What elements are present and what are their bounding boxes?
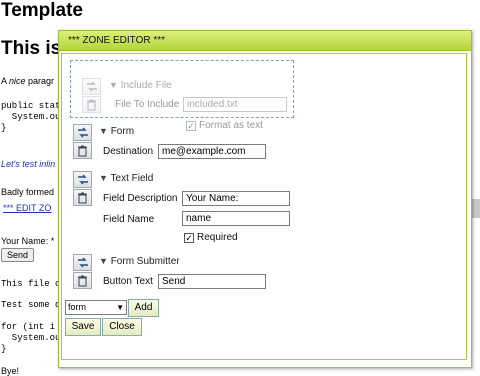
save-button[interactable]: Save	[65, 318, 101, 336]
zone-editor-dialog: *** ZONE EDITOR *** ▼ Include File File …	[58, 30, 472, 368]
field-description-field[interactable]: Your Name:	[182, 191, 290, 206]
text-field-move-button[interactable]	[73, 171, 92, 188]
form-move-button[interactable]	[73, 124, 92, 141]
text-field-header[interactable]: ▼ Text Field	[99, 173, 153, 184]
trash-icon	[78, 275, 87, 287]
form-submitter-move-button[interactable]	[73, 254, 92, 271]
include-file-move-button[interactable]	[82, 78, 101, 95]
code-block-2: for (int i System.ou }	[1, 322, 61, 354]
format-as-text-label: Format as text	[199, 120, 263, 131]
page-send-button[interactable]: Send	[1, 248, 35, 262]
page-subheading: This is	[1, 38, 62, 59]
page-heading: Template	[1, 0, 84, 21]
element-type-select[interactable]: form ▼	[65, 300, 127, 315]
form-submitter-title: Form Submitter	[110, 256, 180, 267]
move-icon	[78, 127, 88, 138]
dropdown-arrow-icon: ▼	[116, 303, 124, 312]
required-label: Required	[197, 232, 238, 243]
text-field-title: Text Field	[110, 173, 154, 184]
this-file-text: This file c	[1, 279, 61, 289]
button-text-label: Button Text	[103, 276, 153, 287]
move-icon	[78, 257, 88, 268]
form-delete-button[interactable]	[73, 142, 92, 159]
file-to-include-field[interactable]: included.txt	[183, 97, 287, 112]
bye-text: Bye!	[1, 366, 20, 376]
collapse-triangle-icon: ▼	[99, 256, 108, 266]
form-title: Form	[110, 126, 135, 137]
test-some-text: Test some c	[1, 300, 61, 310]
field-name-field[interactable]: name	[182, 211, 290, 226]
format-as-text-checkbox[interactable]: ✓	[186, 121, 196, 131]
form-submitter-delete-button[interactable]	[73, 272, 92, 289]
collapse-triangle-icon: ▼	[109, 80, 118, 90]
dialog-content: ▼ Include File File To Include included.…	[61, 53, 467, 360]
add-button[interactable]: Add	[128, 299, 159, 317]
destination-field[interactable]: me@example.com	[158, 144, 266, 159]
inline-test-text: Let's test inlin	[1, 159, 56, 169]
required-checkbox[interactable]: ✓	[184, 233, 194, 243]
field-name-label: Field Name	[103, 214, 155, 225]
code-block-1: public stat System.ou }	[1, 101, 61, 133]
file-to-include-label: File To Include	[115, 99, 180, 110]
form-header[interactable]: ▼ Form	[99, 126, 134, 137]
collapse-triangle-icon: ▼	[99, 173, 108, 183]
your-name-label: Your Name: *	[1, 236, 55, 246]
include-file-header[interactable]: ▼ Include File	[109, 80, 172, 91]
element-type-select-value: form	[68, 302, 86, 312]
close-button[interactable]: Close	[102, 318, 142, 336]
dialog-title: *** ZONE EDITOR ***	[68, 35, 166, 46]
field-description-label: Field Description	[103, 193, 178, 204]
collapse-triangle-icon: ▼	[99, 126, 108, 136]
trash-icon	[78, 145, 87, 157]
trash-icon	[87, 99, 96, 111]
include-file-delete-button[interactable]	[82, 96, 101, 113]
destination-label: Destination	[103, 146, 154, 157]
text-field-delete-button[interactable]	[73, 189, 92, 206]
dialog-titlebar[interactable]: *** ZONE EDITOR ***	[59, 31, 471, 51]
trash-icon	[78, 192, 87, 204]
move-icon	[87, 81, 97, 92]
edit-zone-link[interactable]: *** EDIT ZO	[3, 203, 51, 213]
form-submitter-header[interactable]: ▼ Form Submitter	[99, 256, 180, 267]
move-icon	[78, 174, 88, 185]
button-text-field[interactable]: Send	[158, 274, 266, 289]
intro-paragraph: A nice paragr	[1, 76, 55, 86]
badly-formed-text: Badly formed	[1, 187, 55, 197]
include-file-title: Include File	[120, 80, 172, 91]
